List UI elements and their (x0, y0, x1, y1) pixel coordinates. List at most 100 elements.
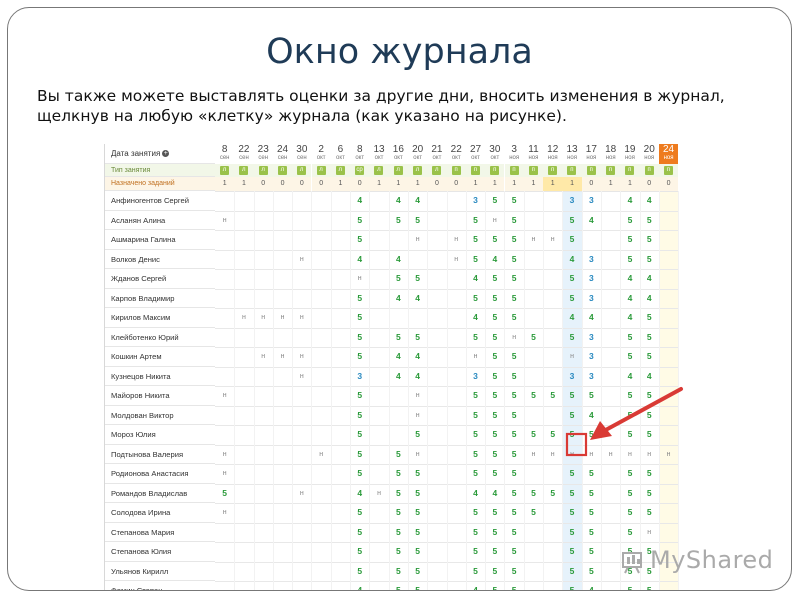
grade-cell[interactable] (215, 561, 236, 582)
grade-cell[interactable]: н (272, 308, 294, 329)
grade-cell[interactable] (272, 464, 294, 485)
grade-cell[interactable]: 5 (504, 561, 525, 582)
grade-cell[interactable] (311, 386, 332, 407)
grade-cell[interactable] (369, 503, 390, 524)
grade-cell[interactable]: 5 (562, 561, 583, 582)
grade-cell[interactable] (292, 581, 313, 590)
grade-cell[interactable]: 5 (350, 386, 371, 407)
grade-cell[interactable]: 5 (523, 503, 545, 524)
grade-cell[interactable] (253, 522, 274, 543)
grade-cell[interactable] (446, 444, 467, 465)
date-header-19[interactable]: 17 ноя (581, 144, 601, 165)
grade-cell[interactable]: 5 (350, 425, 371, 446)
grade-cell[interactable]: 5 (620, 581, 641, 590)
grade-cell[interactable] (658, 425, 680, 446)
grade-cell[interactable]: 5 (504, 230, 525, 251)
grade-cell[interactable]: 5 (485, 522, 506, 543)
grade-cell[interactable]: 5 (408, 503, 429, 524)
grade-cell[interactable] (330, 503, 352, 524)
grade-cell[interactable]: н (215, 444, 236, 465)
grade-cell[interactable] (369, 347, 390, 368)
grade-cell[interactable] (447, 581, 467, 590)
grade-cell[interactable]: 4 (639, 288, 660, 309)
date-header-label[interactable]: Дата занятия + (105, 144, 215, 164)
grade-cell[interactable]: 4 (388, 191, 409, 212)
grade-cell[interactable] (234, 386, 255, 407)
grade-cell[interactable]: 5 (485, 405, 506, 426)
grade-cell[interactable]: 4 (466, 581, 487, 590)
grade-cell[interactable]: 4 (620, 288, 641, 309)
grade-cell[interactable]: 4 (620, 269, 641, 290)
grade-cell[interactable] (543, 405, 564, 426)
grade-cell[interactable]: н (543, 230, 564, 251)
grade-cell[interactable]: 5 (523, 425, 545, 446)
student-name[interactable]: Степанова Мария (105, 523, 215, 542)
grade-cell[interactable] (253, 386, 274, 407)
grade-cell[interactable]: 5 (485, 347, 506, 368)
grade-cell[interactable]: 5 (388, 542, 409, 563)
grade-cell[interactable] (523, 249, 545, 270)
grade-cell[interactable]: 3 (581, 288, 602, 309)
lesson-type-cell[interactable]: п (620, 164, 640, 178)
grade-cell[interactable] (253, 191, 274, 212)
grade-cell[interactable] (427, 483, 448, 504)
grade-cell[interactable] (523, 210, 545, 231)
student-name[interactable]: Степанова Юлия (105, 542, 215, 562)
grade-cell[interactable] (234, 503, 255, 524)
lesson-type-cell[interactable]: л (408, 164, 428, 178)
grade-cell[interactable] (312, 581, 332, 590)
grade-cell[interactable]: 5 (504, 347, 525, 368)
grade-cell[interactable] (330, 542, 352, 563)
grade-cell[interactable] (253, 444, 274, 465)
grade-cell[interactable] (601, 230, 622, 251)
grade-cell[interactable]: 5 (639, 503, 660, 524)
grade-cell[interactable] (427, 522, 448, 543)
grade-cell[interactable]: 5 (465, 386, 487, 407)
grade-cell[interactable] (601, 483, 622, 504)
grade-cell[interactable] (369, 230, 390, 251)
grade-cell[interactable]: 4 (485, 249, 506, 270)
grade-cell[interactable] (601, 425, 622, 446)
grade-cell[interactable] (601, 522, 622, 543)
grade-cell[interactable] (311, 542, 332, 563)
grade-cell[interactable] (543, 191, 564, 212)
grade-cell[interactable] (330, 191, 352, 212)
grade-cell[interactable] (601, 503, 622, 524)
grade-cell[interactable]: 5 (620, 464, 641, 485)
grade-cell[interactable] (446, 464, 467, 485)
grade-cell[interactable]: 5 (640, 581, 660, 590)
grade-cell[interactable]: 5 (388, 269, 409, 290)
grade-cell[interactable] (446, 522, 467, 543)
grade-cell[interactable] (330, 561, 352, 582)
add-date-icon[interactable]: + (162, 150, 170, 158)
student-name[interactable]: Фомин Степан (105, 581, 215, 590)
grade-cell[interactable] (369, 288, 390, 309)
grade-cell[interactable] (369, 561, 390, 582)
grade-cell[interactable] (601, 366, 622, 387)
grade-cell[interactable] (601, 386, 622, 407)
grade-cell[interactable] (601, 288, 622, 309)
grade-cell[interactable]: 5 (388, 503, 409, 524)
grade-cell[interactable] (543, 249, 564, 270)
date-header-13[interactable]: 27 окт (465, 144, 486, 165)
grade-cell[interactable] (427, 191, 448, 212)
grade-cell[interactable] (446, 269, 467, 290)
grade-cell[interactable] (427, 366, 448, 387)
grade-cell[interactable]: 5 (465, 561, 487, 582)
grade-cell[interactable] (234, 347, 255, 368)
grade-cell[interactable] (292, 405, 313, 426)
grade-cell[interactable]: 5 (465, 444, 487, 465)
grade-cell[interactable] (292, 561, 313, 582)
grade-cell[interactable]: 4 (639, 191, 660, 212)
grade-cell[interactable] (253, 249, 274, 270)
date-header-7[interactable]: 8 окт (350, 144, 370, 165)
grade-cell[interactable]: 5 (388, 327, 409, 348)
date-header-22[interactable]: 20 ноя (639, 144, 659, 165)
grade-cell[interactable]: н (446, 230, 467, 251)
grade-cell[interactable] (601, 581, 622, 590)
grade-cell[interactable]: 5 (581, 386, 602, 407)
grade-cell[interactable] (427, 444, 448, 465)
lesson-type-cell[interactable]: л (272, 164, 293, 178)
grade-cell[interactable]: 5 (350, 327, 371, 348)
grade-cell[interactable] (658, 366, 680, 387)
